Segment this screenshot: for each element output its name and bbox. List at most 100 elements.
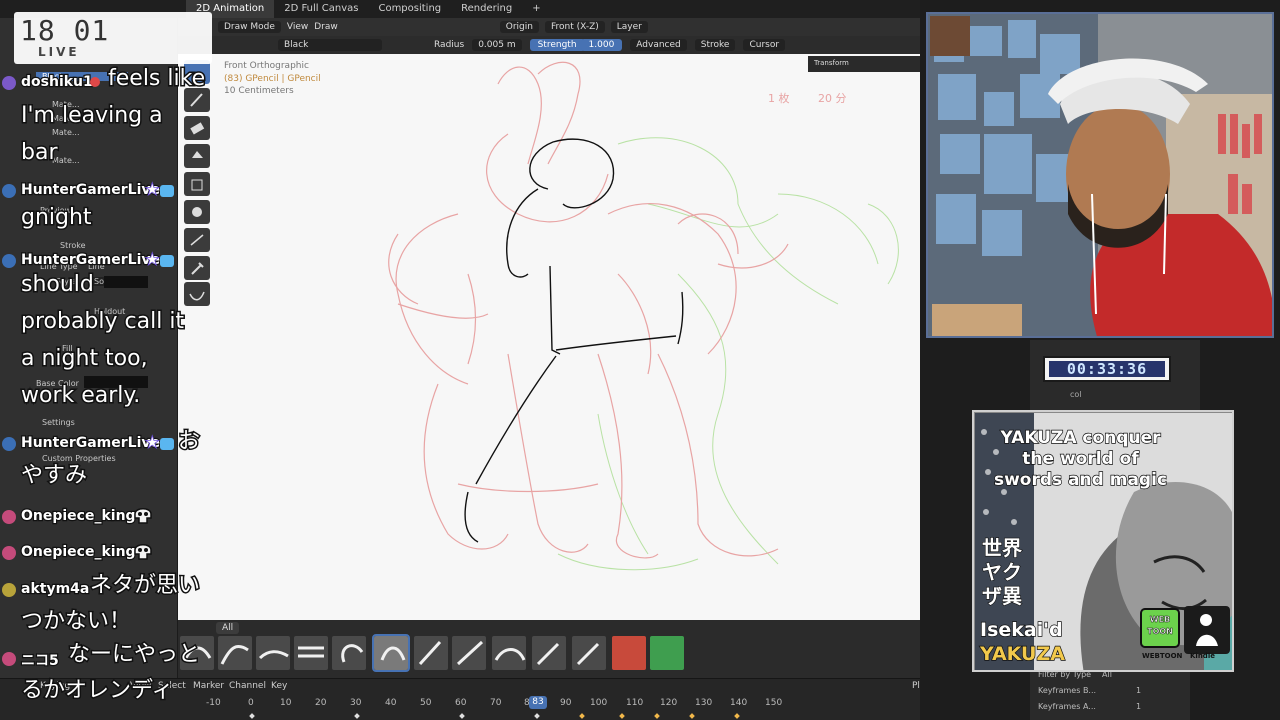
- user-avatar: [2, 510, 16, 524]
- frame-number: 120: [660, 698, 678, 708]
- frame-number: 50: [420, 698, 432, 708]
- chat-overlay: doshiku1 feels like I'm leaving a bar Hu…: [0, 65, 230, 720]
- poster-subtitle-line: Isekai'd: [979, 618, 1063, 641]
- frame-number: 90: [560, 698, 572, 708]
- live-label: LIVE: [38, 45, 80, 59]
- channel-menu[interactable]: Channel: [229, 681, 266, 691]
- tool-header: Black Radius 0.005 m Strength 1.000 Adva…: [178, 36, 920, 54]
- frame-number: 150: [765, 698, 783, 708]
- poster-title-line: the world of: [1022, 448, 1140, 469]
- viewport-info: Front Orthographic (83) GPencil | GPenci…: [224, 60, 321, 98]
- chat-username: HunterGamerLive: [20, 434, 161, 452]
- poster-title: YAKUZA conquer the world of swords and m…: [988, 427, 1173, 491]
- kindle-logo: [1184, 606, 1230, 654]
- tab-compositing[interactable]: Compositing: [368, 0, 451, 18]
- material-dropdown[interactable]: Black: [278, 39, 382, 51]
- timer-display: 00:33:36: [1049, 361, 1165, 377]
- frame-number: 60: [455, 698, 467, 708]
- skull-emoji: [134, 508, 152, 524]
- sketch-drawing: 1 枚 20 分: [388, 61, 899, 571]
- cursor-dropdown[interactable]: Cursor: [743, 39, 786, 51]
- svg-text:1 枚: 1 枚: [768, 91, 790, 105]
- stroke-dropdown[interactable]: Stroke: [694, 39, 736, 51]
- chat-text: I'm leaving a: [20, 102, 165, 130]
- keyframes-after-value[interactable]: 1: [1136, 702, 1141, 711]
- sub-badge-icon: [160, 255, 174, 267]
- advanced-dropdown[interactable]: Advanced: [630, 39, 687, 51]
- sub-badge-icon: [160, 185, 174, 197]
- chat-text: work early.: [19, 382, 141, 410]
- webtoon-label: WEBTOON: [1142, 652, 1183, 660]
- tab-rendering[interactable]: Rendering: [451, 0, 522, 18]
- tab-2d-full-canvas[interactable]: 2D Full Canvas: [274, 0, 368, 18]
- keyframes-before-value[interactable]: 1: [1136, 686, 1141, 695]
- dope-sheet-properties: Filter by Type All Keyframes B... 1 Keyf…: [1030, 664, 1190, 720]
- chat-username: ニコ5: [20, 652, 60, 670]
- col-label: col: [1070, 390, 1082, 399]
- brush-strokes: [182, 640, 600, 666]
- skull-emoji: [134, 544, 152, 560]
- webtoon-logo: WEB TOON: [1140, 608, 1180, 648]
- star-badge-icon: ★: [145, 251, 159, 269]
- frame-number: 110: [626, 698, 644, 708]
- chat-text: gnight: [20, 204, 94, 232]
- add-workspace-button[interactable]: +: [522, 0, 550, 18]
- chat-username: Onepiece_king: [20, 543, 137, 561]
- keyframes-before-label: Keyframes B...: [1038, 686, 1097, 695]
- chat-text: お: [176, 428, 201, 456]
- kindle-label: Kindle: [1190, 652, 1215, 660]
- mode-dropdown[interactable]: Draw Mode: [218, 21, 281, 33]
- current-frame-indicator[interactable]: 83: [529, 696, 547, 709]
- poster-title-line: YAKUZA conquer: [1000, 427, 1161, 448]
- radius-field[interactable]: 0.005 m: [472, 39, 522, 51]
- layer-dropdown[interactable]: Layer: [610, 21, 648, 33]
- draw-menu[interactable]: Draw: [314, 22, 338, 32]
- chat-username: HunterGamerLive: [20, 181, 161, 199]
- chat-text: つかない！: [19, 608, 132, 636]
- chat-text: should: [20, 271, 96, 299]
- webcam-feed: [926, 12, 1274, 338]
- user-avatar: [2, 254, 16, 268]
- chat-text: なーにやっと: [66, 641, 201, 669]
- strength-field[interactable]: 1.000: [580, 39, 623, 51]
- viewport-header: Draw Mode View Draw Origin Front (X-Z) L…: [178, 18, 920, 36]
- chat-username: aktym4a: [20, 580, 91, 598]
- chat-text: a night too,: [20, 345, 150, 373]
- webcam-image: [928, 14, 1272, 336]
- user-avatar: [2, 583, 16, 597]
- user-avatar: [2, 76, 16, 90]
- user-avatar: [2, 184, 16, 198]
- clock-time: 18 01: [20, 14, 110, 47]
- brush-asset-shelf: All: [178, 620, 920, 678]
- user-avatar: [2, 546, 16, 560]
- axis-dropdown[interactable]: Front (X-Z): [544, 21, 605, 33]
- chat-text: るかオレンディ: [19, 677, 174, 705]
- keyframes-after-label: Keyframes A...: [1038, 702, 1096, 711]
- frame-number: 130: [695, 698, 713, 708]
- view-menu[interactable]: View: [287, 22, 308, 32]
- heart-icon: [90, 77, 100, 87]
- poster-subtitle: Isekai'd YAKUZA: [979, 618, 1065, 666]
- user-avatar: [2, 652, 16, 666]
- chat-text: probably call it: [19, 308, 185, 336]
- user-avatar: [2, 437, 16, 451]
- origin-dropdown[interactable]: Origin: [499, 21, 539, 33]
- chat-text: feels like: [106, 65, 206, 93]
- poster-title-line: swords and magic: [993, 469, 1167, 490]
- frame-number: 30: [350, 698, 362, 708]
- grid-scale: 10 Centimeters: [224, 86, 294, 96]
- transform-panel[interactable]: Transform: [808, 56, 920, 72]
- star-badge-icon: ★: [145, 434, 159, 452]
- strength-label[interactable]: Strength: [529, 39, 585, 51]
- frame-number: 40: [385, 698, 397, 708]
- frame-number: 0: [248, 698, 254, 708]
- object-name: (83) GPencil | GPencil: [224, 73, 321, 84]
- stream-timer: 00:33:36: [1043, 356, 1171, 382]
- screen: 2D Animation 2D Full Canvas Compositing …: [0, 0, 1280, 720]
- star-badge-icon: ★: [145, 181, 159, 199]
- key-menu[interactable]: Key: [271, 681, 287, 691]
- stream-clock: 18 01 LIVE: [14, 12, 212, 64]
- chat-text: ネタが思い: [88, 572, 201, 600]
- frame-number: 10: [280, 698, 292, 708]
- sub-badge-icon: [160, 438, 174, 450]
